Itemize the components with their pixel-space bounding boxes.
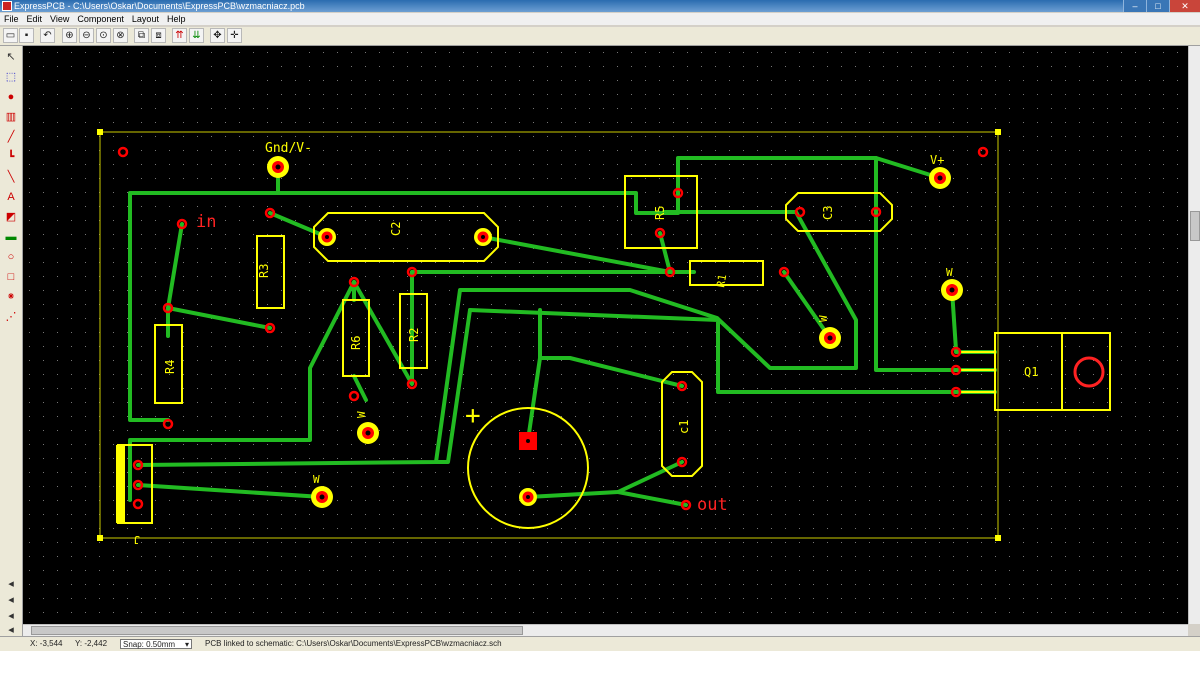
text-tool-icon[interactable]: A <box>3 189 19 205</box>
zoom-fit-icon[interactable]: ⊙ <box>96 28 111 43</box>
undo-icon[interactable]: ↶ <box>40 28 55 43</box>
pcb-tool-icon[interactable]: ▬ <box>3 229 19 245</box>
j-label: J <box>133 533 140 546</box>
r6-label: R6 <box>349 336 363 350</box>
angle-trace-tool-icon[interactable]: ┗ <box>3 149 19 165</box>
vplus-label: V+ <box>930 153 944 167</box>
pcb-canvas[interactable]: + Gnd/V- V+ in out W W W W J R4 R3 C2 R6… <box>23 46 1188 624</box>
in-label: in <box>196 212 216 232</box>
maximize-button[interactable]: □ <box>1146 0 1169 12</box>
pcb-drawing[interactable]: + Gnd/V- V+ in out W W W W J R4 R3 C2 R6… <box>23 46 1188 624</box>
net-tool-icon[interactable]: ⁕ <box>3 289 19 305</box>
snap-select[interactable]: Snap: 0.50mm ▾ <box>120 639 192 649</box>
center-icon[interactable]: ✛ <box>227 28 242 43</box>
r4-label: R4 <box>163 360 177 374</box>
connector-bar <box>116 445 125 523</box>
chevron-down-icon: ▾ <box>184 640 189 649</box>
c3-label: C3 <box>821 206 835 220</box>
fill-tool-icon[interactable]: ◩ <box>3 209 19 225</box>
w-label-right: W <box>946 266 953 279</box>
snap-value: Snap: 0.50mm <box>123 640 176 649</box>
diag-trace-tool-icon[interactable]: ╲ <box>3 169 19 185</box>
r5-label: R5 <box>653 206 667 220</box>
layer-bottom-icon[interactable]: ⧈ <box>151 28 166 43</box>
left-toolbar: ↖ ⬚ ● ▥ ╱ ┗ ╲ A ◩ ▬ ○ □ ⁕ ⋰ ◂ ◂ ◂ ◂ <box>0 46 23 636</box>
y-coordinate: Y: -2,442 <box>75 639 108 648</box>
w-label-bottom: W <box>313 473 320 486</box>
vertical-scrollbar[interactable] <box>1188 46 1200 624</box>
layer-a-icon[interactable]: ◂ <box>3 576 19 592</box>
layer-b-icon[interactable]: ◂ <box>3 592 19 608</box>
menu-edit[interactable]: Edit <box>23 13 47 25</box>
app-icon <box>2 1 12 11</box>
show-top-icon[interactable]: ⇈ <box>172 28 187 43</box>
vertical-scroll-thumb[interactable] <box>1190 211 1200 241</box>
horizontal-scroll-thumb[interactable] <box>31 626 523 635</box>
toolbar: ▭ ▪ ↶ ⊕ ⊖ ⊙ ⊗ ⧉ ⧈ ⇈ ⇊ ✥ ✛ <box>0 27 1200 46</box>
bottom-blank <box>0 651 1200 675</box>
layer-top-icon[interactable]: ⧉ <box>134 28 149 43</box>
out-label: out <box>697 495 728 515</box>
menu-help[interactable]: Help <box>163 13 190 25</box>
horizontal-scrollbar[interactable] <box>23 624 1188 636</box>
polarity-plus: + <box>465 401 481 431</box>
window-title: ExpressPCB - C:\Users\Oskar\Documents\Ex… <box>14 1 305 11</box>
w-label-r1: W <box>817 315 830 322</box>
gnd-label: Gnd/V- <box>265 141 312 156</box>
component-tool-icon[interactable]: ▥ <box>3 109 19 125</box>
rect-tool-icon[interactable]: □ <box>3 269 19 285</box>
grid <box>23 46 1188 624</box>
open-icon[interactable]: ▭ <box>3 28 18 43</box>
r2-label: R2 <box>407 328 421 342</box>
zoom-in-icon[interactable]: ⊕ <box>62 28 77 43</box>
zoom-out-icon[interactable]: ⊖ <box>79 28 94 43</box>
schematic-link-status: PCB linked to schematic: C:\Users\Oskar\… <box>205 639 502 648</box>
menu-view[interactable]: View <box>46 13 73 25</box>
title-bar: ExpressPCB - C:\Users\Oskar\Documents\Ex… <box>0 0 1200 12</box>
select-tool-icon[interactable]: ↖ <box>3 49 19 65</box>
r1-label: R1 <box>714 273 729 288</box>
q1-label: Q1 <box>1024 365 1038 379</box>
close-button[interactable]: ✕ <box>1169 0 1200 12</box>
status-bar: X: -3,544 Y: -2,442 Snap: 0.50mm ▾ PCB l… <box>0 636 1200 651</box>
c2-label: C2 <box>389 222 403 236</box>
menu-component[interactable]: Component <box>73 13 128 25</box>
minimize-button[interactable]: – <box>1123 0 1146 12</box>
save-icon[interactable]: ▪ <box>19 28 34 43</box>
c1-label: c1 <box>677 420 691 434</box>
circle-tool-icon[interactable]: ○ <box>3 249 19 265</box>
r3-label: R3 <box>257 264 271 278</box>
w-label-r6: W <box>355 411 368 418</box>
show-bottom-icon[interactable]: ⇊ <box>189 28 204 43</box>
pan-icon[interactable]: ✥ <box>210 28 225 43</box>
pad-tool-icon[interactable]: ● <box>3 89 19 105</box>
select-area-tool-icon[interactable]: ⬚ <box>3 69 19 85</box>
rats-tool-icon[interactable]: ⋰ <box>3 309 19 325</box>
menu-bar: File Edit View Component Layout Help <box>0 13 1200 25</box>
trace-tool-icon[interactable]: ╱ <box>3 129 19 145</box>
zoom-area-icon[interactable]: ⊗ <box>113 28 128 43</box>
menu-layout[interactable]: Layout <box>128 13 163 25</box>
x-coordinate: X: -3,544 <box>30 639 63 648</box>
menu-file[interactable]: File <box>0 13 23 25</box>
